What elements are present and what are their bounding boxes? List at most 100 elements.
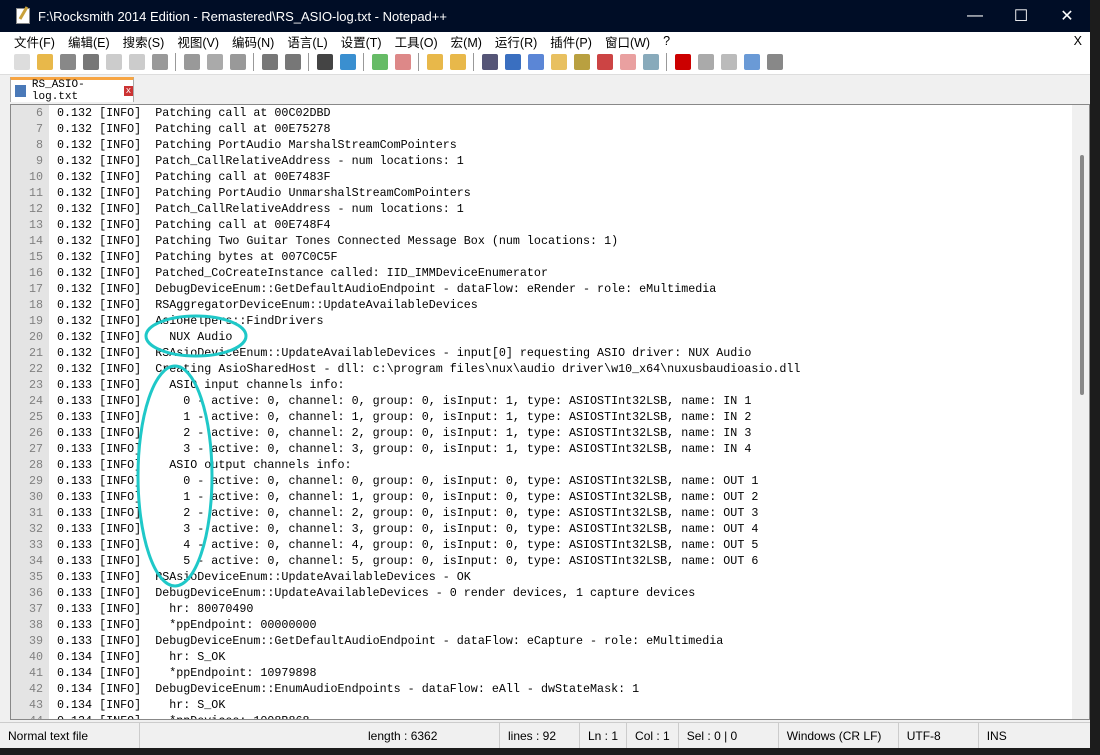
text-line: 16 0.132 [INFO] Patched_CoCreateInstance …: [11, 265, 1089, 281]
menu-item-5[interactable]: 语言(L): [287, 32, 327, 51]
function-list-icon[interactable]: [596, 54, 613, 70]
line-text: 0.132 [INFO] Patching call at 00E748F4: [57, 218, 331, 232]
status-lines: lines : 92: [500, 723, 580, 748]
zoom-out-icon[interactable]: [394, 54, 411, 70]
close-icon[interactable]: [105, 54, 122, 70]
line-number: 42: [11, 681, 49, 697]
text-line: 19 0.132 [INFO] AsioHelpers::FindDrivers: [11, 313, 1089, 329]
text-line: 29 0.133 [INFO] 0 - active: 0, channel: 0…: [11, 473, 1089, 489]
scrollbar-thumb[interactable]: [1080, 155, 1084, 395]
line-text: 0.132 [INFO] Patching call at 00E7483F: [57, 170, 331, 184]
close-button[interactable]: ✕: [1044, 6, 1090, 26]
play-multi-icon[interactable]: [743, 54, 760, 70]
menu-item-2[interactable]: 搜索(S): [123, 32, 165, 51]
line-number: 30: [11, 489, 49, 505]
line-text: 0.132 [INFO] DebugDeviceEnum::GetDefault…: [57, 282, 717, 296]
text-line: 43 0.134 [INFO] hr: S_OK: [11, 697, 1089, 713]
cut-icon[interactable]: [183, 54, 200, 70]
sync-v-icon[interactable]: [426, 54, 443, 70]
menu-item-3[interactable]: 视图(V): [177, 32, 219, 51]
monitor-icon[interactable]: [642, 54, 659, 70]
menu-item-12[interactable]: ?: [663, 34, 670, 48]
indent-guide-icon[interactable]: [527, 54, 544, 70]
close-document-button[interactable]: X: [1074, 34, 1082, 48]
line-text: 0.134 [INFO] *ppDevices: 1098B868: [49, 713, 310, 719]
maximize-button[interactable]: ☐: [998, 6, 1044, 26]
zoom-in-icon[interactable]: [371, 54, 388, 70]
menu-item-9[interactable]: 运行(R): [495, 32, 537, 51]
line-text: 0.132 [INFO] Creating AsioSharedHost - d…: [57, 362, 801, 376]
editor-lines: 6 0.132 [INFO] Patching call at 00C02DBD 7…: [11, 105, 1089, 719]
line-text: 0.133 [INFO] RSAsioDeviceEnum::UpdateAva…: [57, 570, 471, 584]
menu-item-11[interactable]: 窗口(W): [605, 32, 650, 51]
word-wrap-icon[interactable]: [481, 54, 498, 70]
play-icon[interactable]: [720, 54, 737, 70]
line-text: 0.132 [INFO] Patching bytes at 007C0C5F: [57, 250, 338, 264]
replace-icon[interactable]: [339, 54, 356, 70]
line-number: 17: [11, 281, 49, 297]
status-encoding[interactable]: UTF-8: [899, 723, 979, 748]
menu-item-8[interactable]: 宏(M): [451, 32, 482, 51]
line-text: 0.133 [INFO] DebugDeviceEnum::UpdateAvai…: [57, 586, 696, 600]
menu-item-6[interactable]: 设置(T): [341, 32, 382, 51]
menu-item-0[interactable]: 文件(F): [14, 32, 55, 51]
status-eol[interactable]: Windows (CR LF): [779, 723, 899, 748]
line-text: 0.134 [INFO] hr: S_OK: [57, 698, 226, 712]
show-all-icon[interactable]: [504, 54, 521, 70]
stop-icon[interactable]: [697, 54, 714, 70]
record-icon[interactable]: [674, 54, 691, 70]
vertical-scrollbar[interactable]: [1072, 105, 1089, 719]
save-icon: [15, 85, 26, 97]
undo-icon[interactable]: [261, 54, 278, 70]
menu-item-4[interactable]: 编码(N): [232, 32, 274, 51]
tab-close-icon[interactable]: x: [123, 86, 133, 96]
line-number: 24: [11, 393, 49, 409]
menu-item-10[interactable]: 插件(P): [550, 32, 592, 51]
tab-label: RS_ASIO-log.txt: [31, 79, 85, 103]
line-number: 6: [11, 105, 49, 121]
line-text: 0.132 [INFO] Patch_CallRelativeAddress -…: [57, 154, 464, 168]
tab-rs-asio-log[interactable]: RS_ASIO-log.txt x: [10, 77, 134, 103]
close-all-icon[interactable]: [128, 54, 145, 70]
sync-h-icon[interactable]: [449, 54, 466, 70]
udl-icon[interactable]: [550, 54, 567, 70]
copy-icon[interactable]: [206, 54, 223, 70]
line-number: 26: [11, 425, 49, 441]
line-number: 44: [11, 713, 49, 719]
new-icon[interactable]: [13, 54, 30, 70]
line-text: 0.132 [INFO] NUX Audio: [57, 330, 233, 344]
save-all-icon[interactable]: [82, 54, 99, 70]
save-icon[interactable]: [59, 54, 76, 70]
line-number: 18: [11, 297, 49, 313]
line-number: 15: [11, 249, 49, 265]
open-icon[interactable]: [36, 54, 53, 70]
line-number: 33: [11, 537, 49, 553]
paste-icon[interactable]: [229, 54, 246, 70]
find-icon[interactable]: [316, 54, 333, 70]
line-text: 0.133 [INFO] ASIO input channels info:: [57, 378, 345, 392]
print-icon[interactable]: [151, 54, 168, 70]
status-length: length : 6362: [360, 723, 500, 748]
line-text: 0.134 [INFO] *ppEndpoint: 10979898: [57, 666, 317, 680]
folder-icon[interactable]: [619, 54, 636, 70]
line-number: 14: [11, 233, 49, 249]
notepad-icon: [16, 8, 30, 24]
menu-item-7[interactable]: 工具(O): [395, 32, 438, 51]
text-editor[interactable]: 6 0.132 [INFO] Patching call at 00C02DBD 7…: [10, 104, 1090, 720]
text-line: 6 0.132 [INFO] Patching call at 00C02DBD: [11, 105, 1089, 121]
menu-item-1[interactable]: 编辑(E): [68, 32, 110, 51]
text-line: 18 0.132 [INFO] RSAggregatorDeviceEnum::U…: [11, 297, 1089, 313]
doc-map-icon[interactable]: [573, 54, 590, 70]
status-file-type: Normal text file: [0, 723, 140, 748]
line-number: 9: [11, 153, 49, 169]
line-number: 8: [11, 137, 49, 153]
minimize-button[interactable]: —: [952, 7, 998, 25]
line-number: 43: [11, 697, 49, 713]
redo-icon[interactable]: [284, 54, 301, 70]
line-number: 21: [11, 345, 49, 361]
line-text: 0.133 [INFO] 3 - active: 0, channel: 3, …: [57, 442, 752, 456]
text-line: 10 0.132 [INFO] Patching call at 00E7483F: [11, 169, 1089, 185]
line-number: 31: [11, 505, 49, 521]
save-macro-icon[interactable]: [766, 54, 783, 70]
line-text: 0.132 [INFO] Patching call at 00E75278: [57, 122, 331, 136]
